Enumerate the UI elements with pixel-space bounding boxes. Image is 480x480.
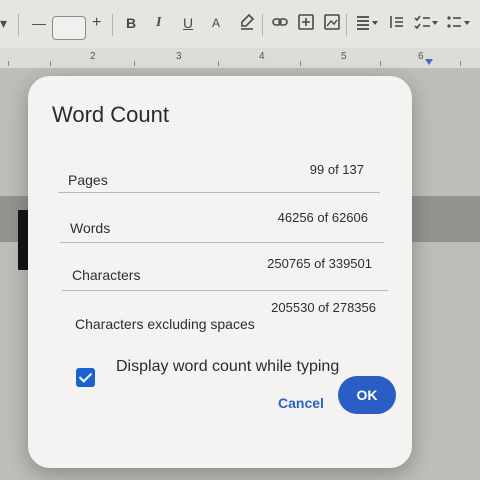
ruler[interactable]: 2 3 4 5 6	[0, 48, 480, 69]
ruler-number: 3	[176, 51, 182, 62]
align-icon[interactable]	[356, 14, 378, 34]
toolbar-divider	[112, 14, 113, 36]
underline-button[interactable]: U	[183, 14, 193, 32]
insert-image-icon[interactable]	[324, 14, 340, 34]
pages-label: Pages	[68, 172, 108, 188]
ok-button[interactable]: OK	[338, 376, 396, 414]
toolbar-divider	[18, 14, 19, 36]
link-icon[interactable]	[272, 14, 288, 34]
ruler-number: 2	[90, 51, 96, 62]
ruler-number: 5	[341, 51, 347, 62]
ruler-tick	[460, 61, 461, 66]
right-indent-marker[interactable]	[425, 59, 433, 65]
line-spacing-icon[interactable]	[388, 14, 404, 34]
ruler-tick	[50, 61, 51, 66]
characters-value: 250765 of 339501	[267, 256, 372, 271]
ruler-number: 6	[418, 51, 424, 62]
checklist-icon[interactable]	[414, 14, 438, 34]
bold-button[interactable]: B	[126, 14, 136, 32]
row-divider	[60, 242, 384, 243]
characters-excluding-spaces-value: 205530 of 278356	[271, 300, 376, 315]
ruler-tick	[380, 61, 381, 66]
word-count-dialog: Word Count Pages 99 of 137 Words 46256 o…	[28, 76, 412, 468]
words-label: Words	[70, 220, 111, 236]
italic-button[interactable]: I	[156, 14, 161, 32]
ruler-tick	[300, 61, 301, 66]
decrease-font-size-button[interactable]: —	[32, 14, 46, 32]
add-comment-icon[interactable]	[298, 14, 314, 34]
ruler-number: 4	[259, 51, 265, 62]
text-color-button[interactable]: A	[212, 14, 220, 32]
bulleted-list-icon[interactable]	[446, 14, 470, 34]
pages-value: 99 of 137	[309, 162, 364, 177]
ruler-tick	[218, 61, 219, 66]
toolbar: ▾ — + B I U A	[0, 0, 480, 52]
characters-excluding-spaces-label: Characters excluding spaces	[75, 316, 255, 332]
characters-label: Characters	[72, 267, 141, 283]
display-word-count-label[interactable]: Display word count while typing	[116, 358, 339, 376]
toolbar-divider	[262, 14, 263, 36]
toolbar-divider	[346, 14, 347, 36]
row-divider	[58, 192, 380, 193]
ruler-tick	[8, 61, 9, 66]
cancel-button[interactable]: Cancel	[274, 393, 328, 413]
font-dropdown-chevron-icon[interactable]: ▾	[0, 14, 7, 32]
font-size-input[interactable]	[52, 16, 86, 40]
ruler-tick	[134, 61, 135, 66]
increase-font-size-button[interactable]: +	[92, 14, 101, 32]
highlighter-icon[interactable]	[240, 13, 255, 34]
display-word-count-checkbox[interactable]	[76, 368, 95, 387]
row-divider	[62, 290, 388, 291]
words-value: 46256 of 62606	[277, 210, 368, 225]
dialog-title: Word Count	[52, 102, 169, 127]
